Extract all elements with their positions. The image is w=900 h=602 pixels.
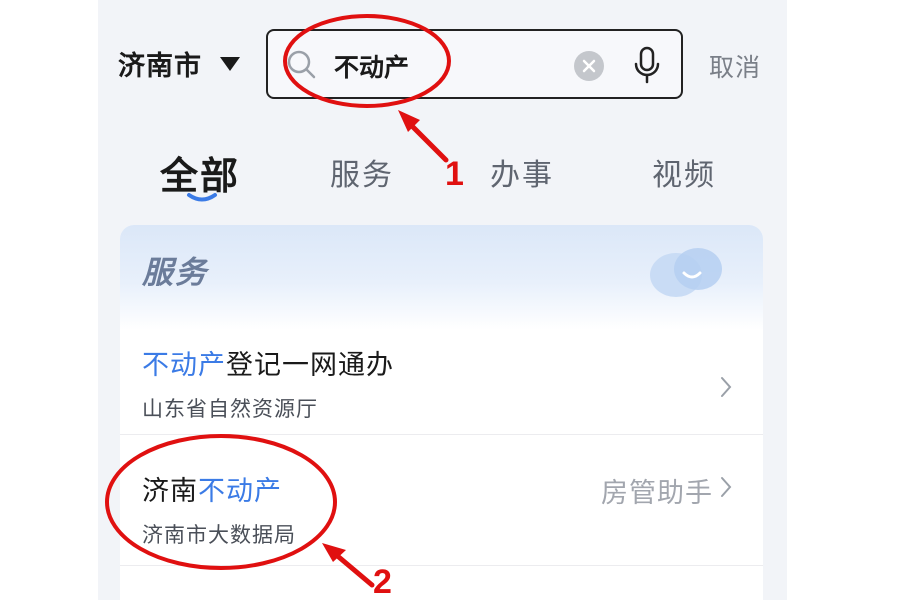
active-tab-indicator [187, 193, 217, 202]
search-icon [287, 50, 316, 79]
caret-down-icon[interactable] [219, 56, 241, 72]
tab-videos[interactable]: 视频 [652, 150, 716, 194]
item-title-prefix: 济南 [142, 476, 198, 507]
section-title: 服务 [142, 255, 208, 291]
annotation-label-2: 2 [373, 563, 392, 601]
tab-services[interactable]: 服务 [330, 150, 394, 194]
item-title-rest: 登记一网通办 [226, 350, 394, 381]
item-provider: 山东省自然资源厅 [142, 397, 318, 421]
divider [120, 565, 763, 566]
item-tag: 房管助手 [601, 478, 713, 509]
annotation-label-1: 1 [445, 155, 464, 193]
chevron-right-icon [721, 477, 732, 497]
list-item[interactable]: 不动产登记一网通办 山东省自然资源厅 [120, 333, 763, 461]
search-input[interactable]: 不动产 [266, 29, 683, 99]
item-provider: 济南市大数据局 [142, 523, 296, 547]
cancel-button[interactable]: 取消 [709, 48, 761, 84]
services-card-header: 服务 [120, 225, 763, 330]
divider [120, 434, 763, 435]
tab-affairs[interactable]: 办事 [490, 150, 554, 194]
item-title-highlight: 不动产 [142, 350, 226, 381]
chevron-right-icon [721, 377, 732, 397]
search-query-text[interactable]: 不动产 [334, 48, 409, 84]
list-item[interactable]: 济南不动产 济南市大数据局 房管助手 [120, 459, 763, 587]
item-title: 济南不动产 [142, 469, 282, 508]
decorative-bubble-icon [650, 248, 722, 297]
clear-icon[interactable] [573, 50, 605, 82]
services-card: 服务 不动产登记一网通办 山东省自然资源厅 济南不动产 济南市大数据局 房管助手 [120, 225, 763, 600]
microphone-icon[interactable] [632, 46, 662, 84]
city-selector[interactable]: 济南市 [118, 44, 202, 83]
item-title: 不动产登记一网通办 [142, 343, 394, 382]
item-title-highlight: 不动产 [198, 476, 282, 507]
app-screen: 济南市 不动产 取消 全部 服务 办事 视频 服务 不动产登记一网通办 山东省自… [98, 0, 787, 600]
